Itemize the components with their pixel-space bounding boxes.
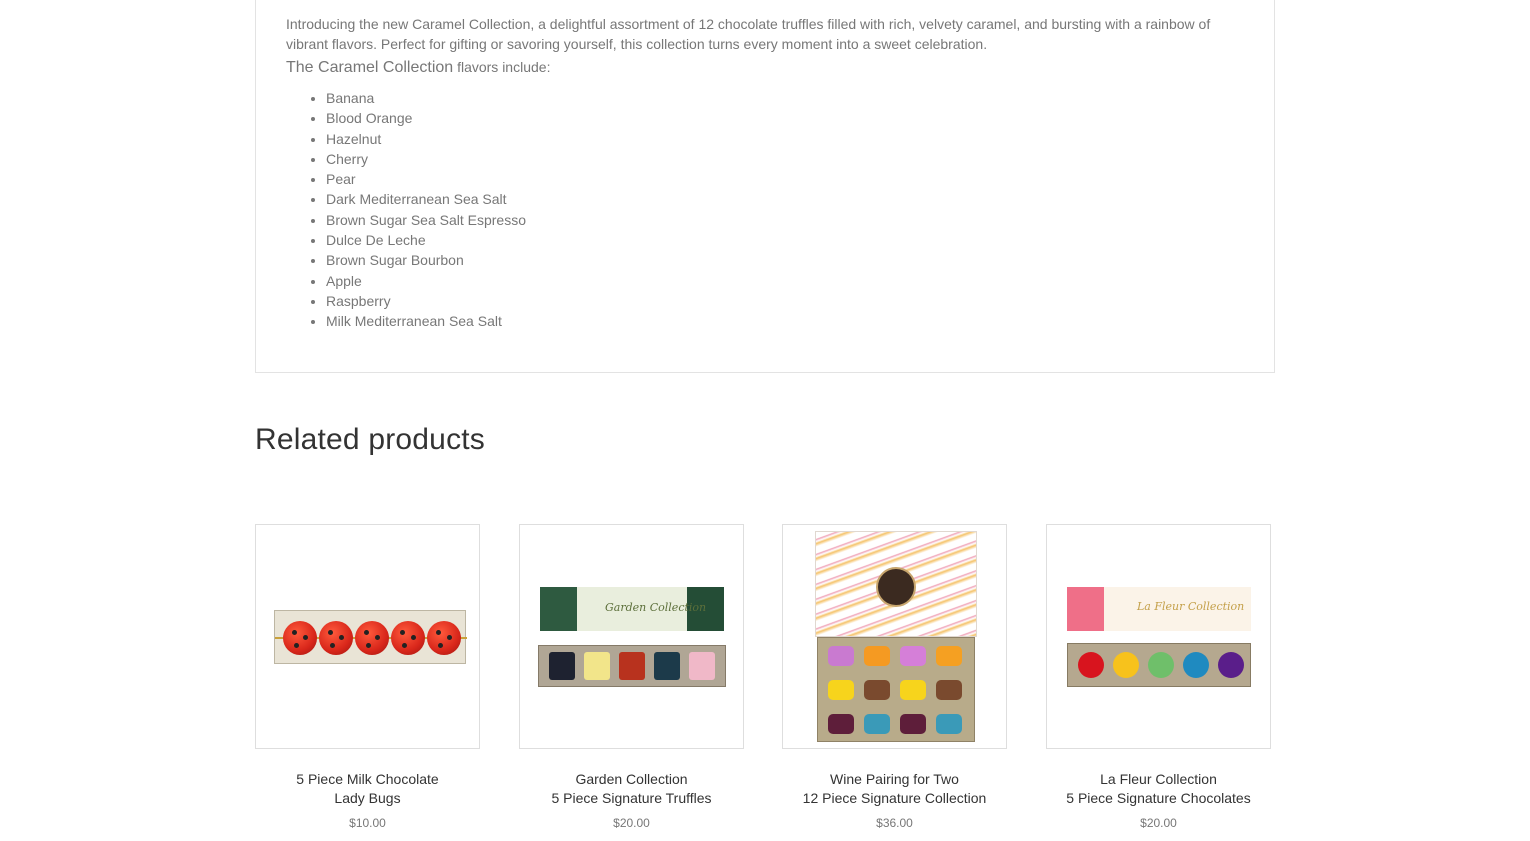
- product-card-la-fleur[interactable]: La Fleur Collection La Fleur Collection …: [1046, 524, 1271, 831]
- product-name-line1[interactable]: La Fleur Collection: [1046, 770, 1271, 789]
- product-name-line2[interactable]: 12 Piece Signature Collection: [782, 789, 1007, 808]
- garden-box-tray-image: [538, 645, 726, 687]
- flavor-item: Blood Orange: [326, 108, 526, 128]
- flavor-item: Milk Mediterranean Sea Salt: [326, 311, 526, 331]
- product-image[interactable]: [782, 524, 1007, 749]
- flavor-item: Dulce De Leche: [326, 230, 526, 250]
- product-price: $36.00: [876, 816, 913, 830]
- ladybug-box-image: [274, 610, 467, 664]
- product-price: $20.00: [613, 816, 650, 830]
- product-name-line1[interactable]: 5 Piece Milk Chocolate: [255, 770, 480, 789]
- flavor-item: Raspberry: [326, 291, 526, 311]
- product-name-line1[interactable]: Wine Pairing for Two: [782, 770, 1007, 789]
- flavor-item: Brown Sugar Sea Salt Espresso: [326, 210, 526, 230]
- product-card-lady-bugs[interactable]: 5 Piece Milk Chocolate Lady Bugs $10.00: [255, 524, 480, 831]
- product-name-line2[interactable]: 5 Piece Signature Truffles: [519, 789, 744, 808]
- la-fleur-box-tray-image: [1067, 643, 1251, 687]
- description-panel: Introducing the new Caramel Collection, …: [255, 0, 1275, 373]
- flavor-item: Brown Sugar Bourbon: [326, 250, 526, 270]
- flavor-item: Apple: [326, 271, 526, 291]
- flavor-item: Cherry: [326, 149, 526, 169]
- product-price: $10.00: [349, 816, 386, 830]
- flavor-item: Pear: [326, 169, 526, 189]
- product-card-wine-pairing[interactable]: Wine Pairing for Two 12 Piece Signature …: [782, 524, 1007, 831]
- flavors-heading-rest: flavors include:: [453, 59, 551, 75]
- la-fleur-box-lid-image: La Fleur Collection: [1067, 587, 1251, 631]
- product-card-garden-collection[interactable]: Garden Collection Garden Collection 5 Pi…: [519, 524, 744, 831]
- flavor-item: Banana: [326, 88, 526, 108]
- flavor-item: Dark Mediterranean Sea Salt: [326, 189, 526, 209]
- garden-box-lid-image: Garden Collection: [540, 587, 724, 631]
- wine-pairing-lid-image: [815, 531, 977, 637]
- product-price: $20.00: [1140, 816, 1177, 830]
- product-name-line2[interactable]: Lady Bugs: [255, 789, 480, 808]
- product-name-line2[interactable]: 5 Piece Signature Chocolates: [1046, 789, 1271, 808]
- flavors-heading: The Caramel Collection flavors include:: [286, 57, 550, 78]
- flavors-heading-strong: The Caramel Collection: [286, 59, 454, 76]
- related-products-title: Related products: [255, 423, 486, 456]
- product-image[interactable]: Garden Collection: [519, 524, 744, 749]
- wine-pairing-tray-image: [817, 637, 975, 742]
- product-name-line1[interactable]: Garden Collection: [519, 770, 744, 789]
- description-intro: Introducing the new Caramel Collection, …: [286, 16, 1211, 52]
- product-image[interactable]: La Fleur Collection: [1046, 524, 1271, 749]
- flavor-list: Banana Blood Orange Hazelnut Cherry Pear…: [326, 88, 526, 332]
- flavor-item: Hazelnut: [326, 129, 526, 149]
- glacier-logo-icon: [876, 567, 916, 607]
- product-image[interactable]: [255, 524, 480, 749]
